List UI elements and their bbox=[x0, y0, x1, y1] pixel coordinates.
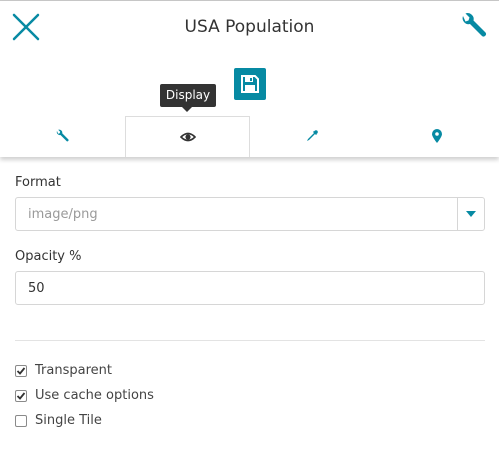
wrench-icon bbox=[56, 129, 69, 142]
tab-location[interactable] bbox=[375, 116, 499, 157]
checkmark-icon bbox=[16, 392, 26, 400]
save-button[interactable] bbox=[234, 68, 266, 100]
eye-icon bbox=[180, 132, 196, 142]
eyedropper-icon bbox=[307, 130, 318, 141]
section-divider bbox=[15, 340, 485, 341]
transparent-checkbox[interactable] bbox=[15, 365, 27, 377]
cache-checkbox[interactable] bbox=[15, 390, 27, 402]
format-label: Format bbox=[15, 175, 61, 190]
tab-display[interactable] bbox=[125, 116, 250, 157]
format-select[interactable]: image/png bbox=[15, 197, 485, 231]
display-tooltip: Display bbox=[160, 84, 216, 112]
chevron-down-icon[interactable] bbox=[457, 198, 484, 230]
opacity-label: Opacity % bbox=[15, 249, 82, 264]
floppy-disk-icon bbox=[241, 75, 259, 93]
checkmark-icon bbox=[16, 367, 26, 375]
wrench-icon bbox=[462, 13, 486, 37]
opacity-value: 50 bbox=[28, 281, 45, 296]
panel-header: USA Population Display bbox=[0, 1, 499, 157]
single-tile-label: Single Tile bbox=[35, 413, 102, 428]
single-tile-checkbox[interactable] bbox=[15, 415, 27, 427]
format-value: image/png bbox=[28, 207, 98, 222]
opacity-input[interactable]: 50 bbox=[15, 271, 485, 305]
cache-label: Use cache options bbox=[35, 388, 154, 403]
transparent-label: Transparent bbox=[35, 363, 112, 378]
tab-general[interactable] bbox=[0, 116, 125, 157]
tab-bar bbox=[0, 116, 499, 157]
layer-title: USA Population bbox=[184, 17, 315, 37]
map-marker-icon bbox=[432, 129, 442, 143]
settings-button[interactable] bbox=[458, 11, 488, 41]
tab-style[interactable] bbox=[250, 116, 375, 157]
